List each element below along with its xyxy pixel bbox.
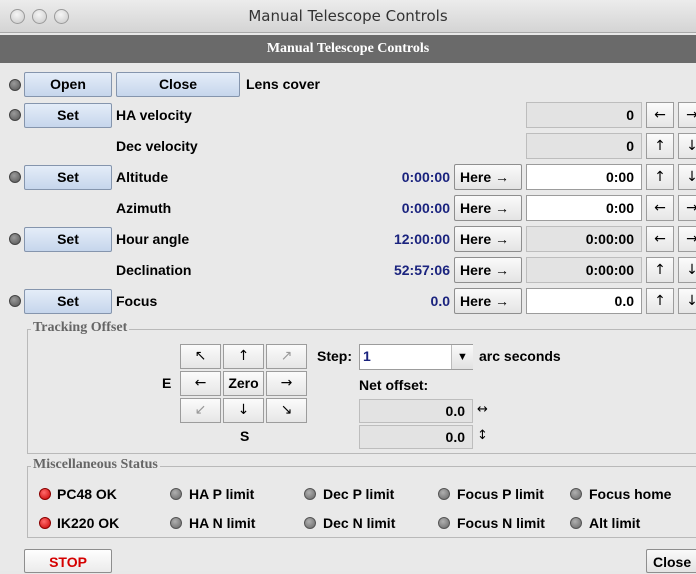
declination-here-button[interactable]: Here → [454,257,522,283]
focus-indicator [9,295,21,307]
step-select-value: 1 [363,348,371,364]
focus-set-button[interactable]: Set [24,289,112,314]
net-offset-y-field[interactable]: 0.0 [359,425,473,449]
status-focus-home-label: Focus home [589,486,672,502]
altitude-set-button[interactable]: Set [24,165,112,190]
altitude-here-button[interactable]: Here → [454,164,522,190]
nudge-south-button[interactable]: ↓ [223,398,264,423]
status-dec-n-limit-label: Dec N limit [323,515,396,531]
hour-angle-indicator [9,233,21,245]
ha-velocity-left-button[interactable]: ← [646,102,674,128]
azimuth-field[interactable]: 0:00 [526,195,642,221]
nudge-southeast-button[interactable]: ↘ [266,398,307,423]
focus-here-button[interactable]: Here → [454,288,522,314]
status-led-focus-p-limit [438,488,450,500]
azimuth-label: Azimuth [116,200,172,216]
declination-field[interactable]: 0:00:00 [526,257,642,283]
status-led-focus-home [570,488,582,500]
declination-label: Declination [116,262,192,278]
declination-up-button[interactable]: ↑ [646,257,674,283]
altitude-down-button[interactable]: ↓ [678,164,696,190]
misc-status-title: Miscellaneous Status [31,457,160,473]
status-led-pc48 [39,488,51,500]
nudge-northwest-button[interactable]: ↖ [180,344,221,369]
vertical-arrows-icon: ↕ [477,428,488,443]
zero-offset-button[interactable]: Zero [223,371,264,396]
status-led-dec-p-limit [304,488,316,500]
tracking-offset-title: Tracking Offset [31,320,130,336]
step-label: Step: [317,348,352,364]
status-led-ha-n-limit [170,517,182,529]
azimuth-right-button[interactable]: → [678,195,696,221]
window-title: Manual Telescope Controls [248,7,448,25]
declination-down-button[interactable]: ↓ [678,257,696,283]
net-offset-label: Net offset: [359,377,429,393]
nudge-west-button[interactable]: ← [180,371,221,396]
lens-cover-indicator [9,79,21,91]
hour-angle-label: Hour angle [116,231,190,247]
lens-cover-label: Lens cover [246,76,320,92]
status-led-alt-limit [570,517,582,529]
status-led-focus-n-limit [438,517,450,529]
ha-velocity-right-button[interactable]: → [678,102,696,128]
altitude-label: Altitude [116,169,169,185]
step-select[interactable]: 1 ▼ [359,344,473,370]
focus-up-button[interactable]: ↑ [646,288,674,314]
dec-velocity-label: Dec velocity [116,138,198,154]
hour-angle-field[interactable]: 0:00:00 [526,226,642,252]
status-ha-p-limit-label: HA P limit [189,486,255,502]
status-alt-limit-label: Alt limit [589,515,641,531]
ha-velocity-indicator [9,109,21,121]
status-focus-p-limit-label: Focus P limit [457,486,544,502]
chevron-down-icon[interactable]: ▼ [451,345,473,369]
net-offset-x-field[interactable]: 0.0 [359,399,473,423]
altitude-field[interactable]: 0:00 [526,164,642,190]
ha-velocity-label: HA velocity [116,107,192,123]
status-ha-n-limit-label: HA N limit [189,515,256,531]
ha-velocity-set-button[interactable]: Set [24,103,112,128]
focus-field[interactable]: 0.0 [526,288,642,314]
status-dec-p-limit-label: Dec P limit [323,486,395,502]
hour-angle-set-button[interactable]: Set [24,227,112,252]
hour-angle-value: 12:00:00 [393,231,450,247]
south-label: S [240,428,250,444]
open-lens-button[interactable]: Open [24,72,112,97]
altitude-indicator [9,171,21,183]
focus-down-button[interactable]: ↓ [678,288,696,314]
status-focus-n-limit-label: Focus N limit [457,515,545,531]
nudge-north-button[interactable]: ↑ [223,344,264,369]
close-lens-button[interactable]: Close [116,72,240,97]
panel-header: Manual Telescope Controls [0,35,696,63]
nudge-east-button[interactable]: → [266,371,307,396]
altitude-up-button[interactable]: ↑ [646,164,674,190]
dec-velocity-up-button[interactable]: ↑ [646,133,674,159]
declination-value: 52:57:06 [393,262,450,278]
status-led-dec-n-limit [304,517,316,529]
east-label: E [162,375,172,391]
status-led-ha-p-limit [170,488,182,500]
focus-label: Focus [116,293,158,309]
azimuth-left-button[interactable]: ← [646,195,674,221]
ha-velocity-field[interactable]: 0 [526,102,642,128]
azimuth-value: 0:00:00 [401,200,450,216]
close-window-button[interactable]: Close [646,549,696,573]
horizontal-arrows-icon: ↔ [477,402,488,417]
nudge-southwest-button[interactable]: ↙ [180,398,221,423]
altitude-value: 0:00:00 [401,169,450,185]
status-ik220-label: IK220 OK [57,515,120,531]
step-unit-label: arc seconds [479,348,561,364]
hour-angle-here-button[interactable]: Here → [454,226,522,252]
dec-velocity-field[interactable]: 0 [526,133,642,159]
status-led-ik220 [39,517,51,529]
focus-value: 0.0 [430,293,450,309]
azimuth-here-button[interactable]: Here → [454,195,522,221]
hour-angle-right-button[interactable]: → [678,226,696,252]
status-pc48-label: PC48 OK [57,486,117,502]
hour-angle-left-button[interactable]: ← [646,226,674,252]
stop-button[interactable]: STOP [24,549,112,573]
nudge-northeast-button[interactable]: ↗ [266,344,307,369]
dec-velocity-down-button[interactable]: ↓ [678,133,696,159]
